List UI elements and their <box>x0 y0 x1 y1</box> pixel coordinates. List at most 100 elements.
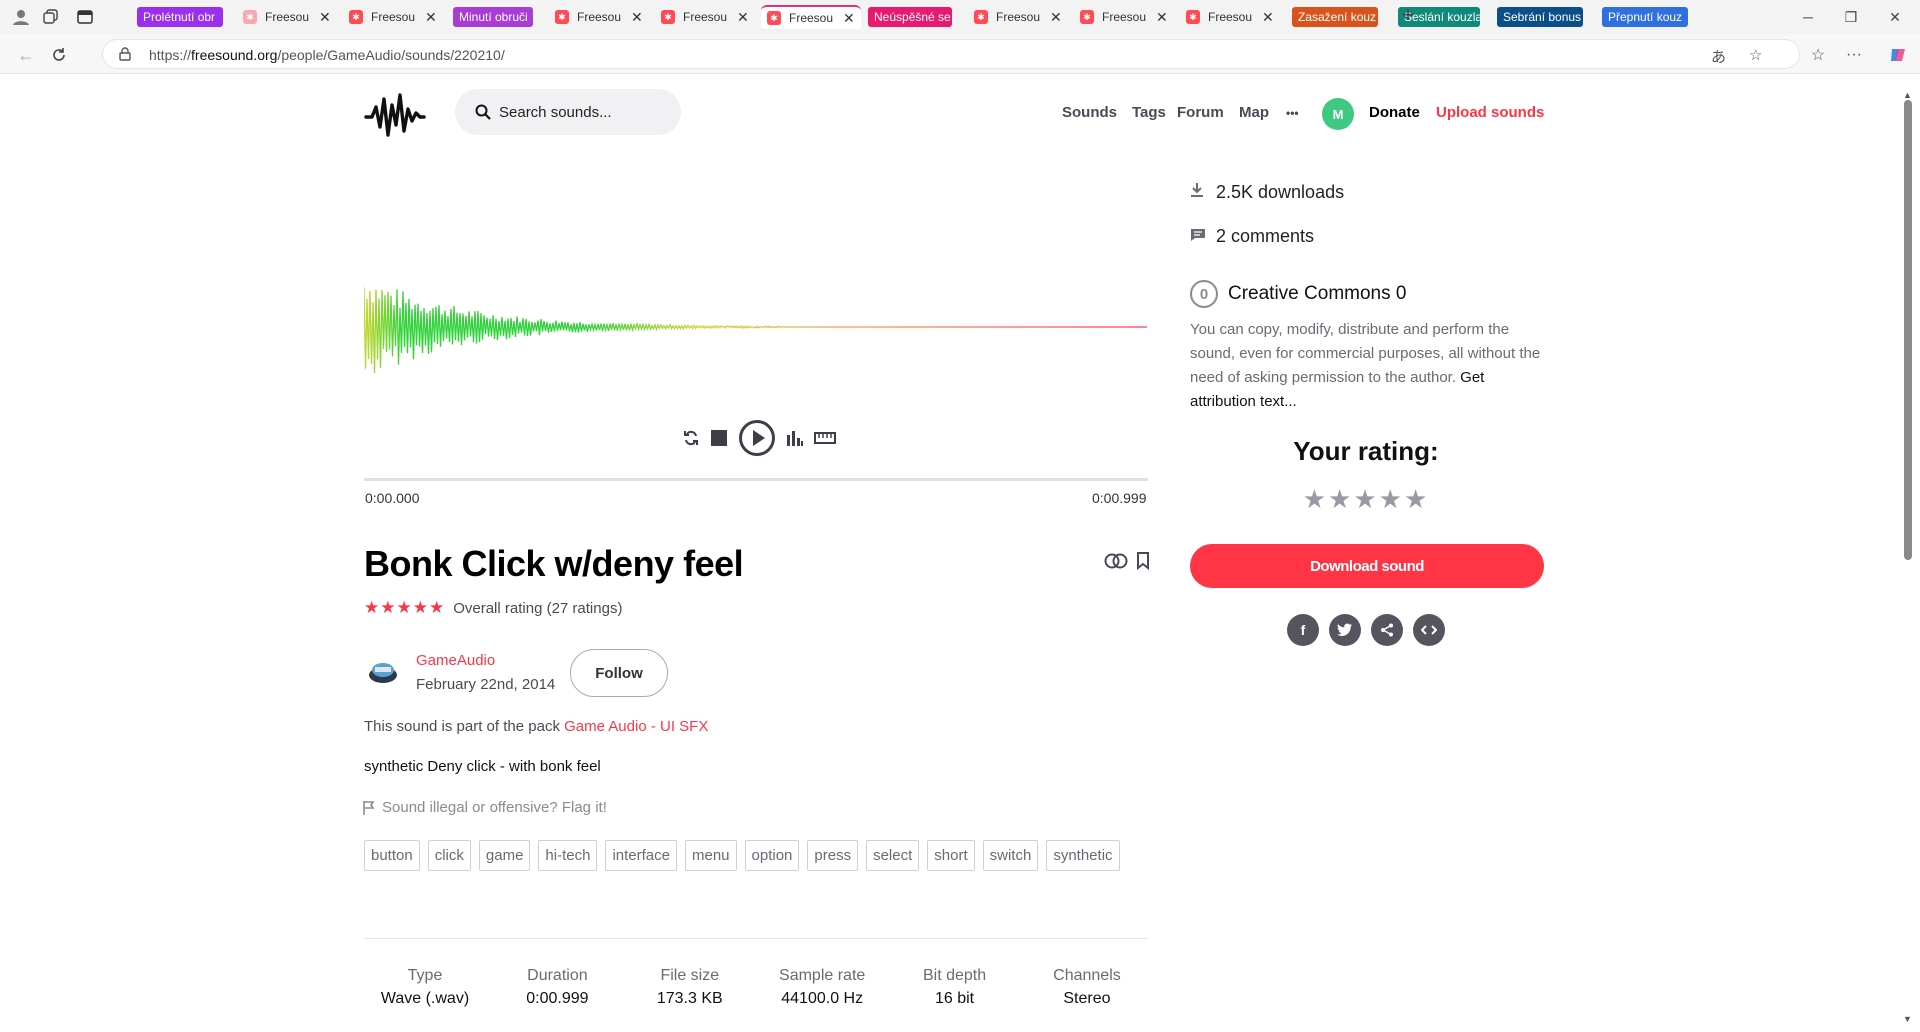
facebook-icon[interactable]: f <box>1287 614 1319 646</box>
tag-click[interactable]: click <box>427 840 471 871</box>
tag-option[interactable]: option <box>744 840 800 871</box>
your-rating-stars[interactable]: ★★★★★ <box>1190 484 1542 515</box>
tag-menu[interactable]: menu <box>685 840 737 871</box>
download-sound-button[interactable]: Download sound <box>1190 544 1544 588</box>
upload-sounds-link[interactable]: Upload sounds <box>1436 104 1544 121</box>
search-input[interactable]: Search sounds... <box>455 89 681 135</box>
donate-link[interactable]: Donate <box>1369 104 1420 121</box>
tab-group-text: Prolétnutí obr <box>143 10 216 24</box>
tab-title: Freesou <box>1102 10 1147 24</box>
tab-group-label[interactable]: Zasažení kouz <box>1292 7 1378 27</box>
pack-prefix: This sound is part of the pack <box>364 718 565 735</box>
close-tab-icon[interactable]: ✕ <box>1156 9 1168 26</box>
spec-value: Wave (.wav) <box>380 990 470 1007</box>
close-tab-icon[interactable]: ✕ <box>843 10 855 27</box>
license: 0 Creative Commons 0 <box>1190 280 1406 308</box>
close-tab-icon[interactable]: ✕ <box>1262 9 1274 26</box>
tag-synthetic[interactable]: synthetic <box>1046 840 1120 871</box>
tag-short[interactable]: short <box>927 840 975 871</box>
comments-text: 2 comments <box>1216 226 1315 246</box>
address-bar[interactable]: https://freesound.org/people/GameAudio/s… <box>102 39 1800 69</box>
playback-progress-bar[interactable] <box>364 478 1148 481</box>
spec-label: Duration <box>527 967 588 984</box>
uploader-name[interactable]: GameAudio <box>416 652 495 669</box>
new-tab-button[interactable]: + <box>1397 2 1419 27</box>
tag-game[interactable]: game <box>478 840 531 871</box>
twitter-icon[interactable] <box>1329 614 1361 646</box>
flag-link[interactable]: Sound illegal or offensive? Flag it! <box>362 799 607 816</box>
url-text: https://freesound.org/people/GameAudio/s… <box>149 47 505 63</box>
sound-description: synthetic Deny click - with bonk feel <box>364 758 601 775</box>
browser-tab[interactable]: ✱ Freesou ✕ <box>237 5 332 29</box>
time-end: 0:00.999 <box>1092 490 1147 506</box>
user-avatar[interactable]: M <box>1322 98 1354 130</box>
restore-button[interactable]: ❐ <box>1840 6 1862 28</box>
browser-tab[interactable]: ✱ Freesou ✕ <box>655 5 750 29</box>
nav-sounds[interactable]: Sounds <box>1062 104 1117 121</box>
close-tab-icon[interactable]: ✕ <box>425 9 437 26</box>
minimize-button[interactable]: ─ <box>1797 6 1819 28</box>
tag-select[interactable]: select <box>866 840 920 871</box>
tab-group-label[interactable]: Minutí obruči <box>453 7 533 27</box>
more-menu-icon[interactable]: ··· <box>1842 43 1866 67</box>
waveform[interactable] <box>364 268 1148 386</box>
scrollbar-thumb[interactable] <box>1904 100 1912 560</box>
nav-map[interactable]: Map <box>1239 104 1269 121</box>
vertical-tabs-icon[interactable] <box>74 6 96 28</box>
site-info-icon[interactable] <box>119 47 133 61</box>
browser-tab[interactable]: ✱ Freesou ✕ <box>761 5 861 29</box>
follow-button[interactable]: Follow <box>570 649 668 697</box>
spec-type: Type Wave (.wav) <box>364 967 486 1008</box>
uploader-avatar[interactable] <box>366 655 400 689</box>
back-button[interactable]: ← <box>14 43 38 67</box>
downloads-stat[interactable]: 2.5K downloads <box>1190 182 1344 203</box>
tag-button[interactable]: button <box>364 840 420 871</box>
nav-tags[interactable]: Tags <box>1132 104 1166 121</box>
translate-icon[interactable]: あ <box>1711 46 1726 67</box>
workspaces-icon[interactable] <box>40 6 62 28</box>
similar-sounds-icon[interactable] <box>1104 552 1128 575</box>
tag-switch[interactable]: switch <box>982 840 1039 871</box>
close-tab-icon[interactable]: ✕ <box>319 9 331 26</box>
close-window-button[interactable]: ✕ <box>1884 6 1906 28</box>
divider <box>364 938 1148 939</box>
tab-group-label[interactable]: Sebrání bonus <box>1497 7 1583 27</box>
title-actions <box>1104 552 1150 575</box>
stop-icon[interactable] <box>710 429 728 452</box>
ruler-icon[interactable] <box>814 431 836 450</box>
copilot-icon[interactable] <box>1886 43 1910 67</box>
spectrogram-icon[interactable] <box>786 429 804 452</box>
scroll-up-icon[interactable]: ▲ <box>1903 90 1912 100</box>
freesound-logo[interactable] <box>364 91 426 139</box>
close-tab-icon[interactable]: ✕ <box>631 9 643 26</box>
nav-forum[interactable]: Forum <box>1177 104 1224 121</box>
share-icon[interactable] <box>1371 614 1403 646</box>
close-tab-icon[interactable]: ✕ <box>1050 9 1062 26</box>
tab-group-label[interactable]: Prolétnutí obr <box>137 7 223 27</box>
favorites-icon[interactable]: ☆ <box>1806 43 1830 67</box>
close-tab-icon[interactable]: ✕ <box>737 9 749 26</box>
nav-more-icon[interactable]: ••• <box>1286 106 1299 120</box>
play-icon[interactable] <box>738 419 776 462</box>
tag-hi-tech[interactable]: hi-tech <box>538 840 598 871</box>
browser-tab[interactable]: ✱ Freesou ✕ <box>1180 5 1275 29</box>
browser-tab[interactable]: ✱ Freesou ✕ <box>549 5 644 29</box>
tab-group-label[interactable]: Přepnutí kouz <box>1602 7 1688 27</box>
scroll-down-icon[interactable]: ▼ <box>1903 1014 1912 1024</box>
tag-interface[interactable]: interface <box>605 840 677 871</box>
refresh-button[interactable] <box>47 43 71 67</box>
browser-tab[interactable]: ✱ Freesou ✕ <box>343 5 438 29</box>
tag-press[interactable]: press <box>807 840 859 871</box>
pack-link[interactable]: Game Audio - UI SFX <box>564 718 708 735</box>
browser-tab[interactable]: ✱ Freesou ✕ <box>968 5 1063 29</box>
bookmark-icon[interactable] <box>1136 552 1150 575</box>
favorite-star-icon[interactable]: ☆ <box>1749 46 1762 64</box>
freesound-favicon-icon: ✱ <box>767 11 781 25</box>
comments-stat[interactable]: 2 comments <box>1190 226 1314 247</box>
embed-icon[interactable] <box>1413 614 1445 646</box>
browser-tab[interactable]: ✱ Freesou ✕ <box>1074 5 1169 29</box>
profile-icon[interactable] <box>10 6 32 28</box>
tab-title: Freesou <box>683 10 728 24</box>
loop-icon[interactable] <box>682 429 700 452</box>
tab-group-label[interactable]: Neúspěšné se <box>868 7 952 27</box>
